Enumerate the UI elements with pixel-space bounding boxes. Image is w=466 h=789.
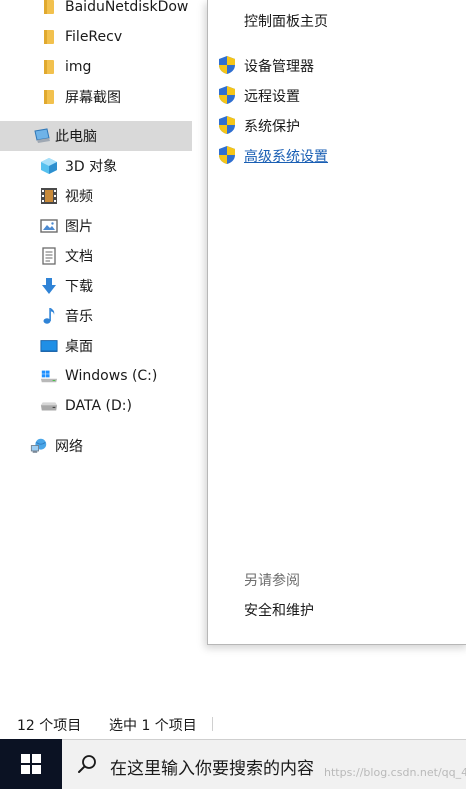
nav-item-screenshots[interactable]: 屏幕截图 [0,82,192,112]
selected-count: 选中 1 个项目 [109,718,197,734]
nav-item-label: DATA (D:) [65,398,132,414]
nav-item-label: 音乐 [65,309,93,325]
downloads-icon [40,277,58,295]
taskbar: 在这里输入你要搜索的内容 https://blog.csdn.net/qq_43… [0,739,466,789]
search-placeholder: 在这里输入你要搜索的内容 [110,759,314,779]
windows-drive-icon [40,367,58,385]
folder-icon [40,0,58,16]
status-divider [212,717,213,731]
nav-item-img[interactable]: img [0,52,192,82]
taskbar-search-box[interactable]: 在这里输入你要搜索的内容 https://blog.csdn.net/qq_43… [62,739,466,789]
search-icon [78,755,96,773]
windows-logo-icon [21,754,41,774]
uac-shield-icon [219,86,235,104]
nav-item-label: BaiduNetdiskDow [65,0,189,15]
nav-item-data-d[interactable]: DATA (D:) [0,391,192,421]
nav-item-label: 网络 [55,439,83,455]
folder-icon [40,88,58,106]
screen: BaiduNetdiskDow FileRecv img 屏幕截图 此电脑 3D… [0,0,466,789]
nav-item-documents[interactable]: 文档 [0,241,192,271]
this-pc-icon [33,127,51,145]
desktop-icon [40,337,58,355]
nav-item-label: 文档 [65,249,93,265]
nav-item-downloads[interactable]: 下载 [0,271,192,301]
nav-item-music[interactable]: 音乐 [0,301,192,331]
nav-item-desktop[interactable]: 桌面 [0,331,192,361]
nav-item-baidunetdisk[interactable]: BaiduNetdiskDow [0,0,192,22]
nav-item-label: 屏幕截图 [65,90,121,106]
network-icon [30,437,48,455]
remote-settings-link[interactable]: 远程设置 [244,86,300,106]
see-also-heading: 另请参阅 [244,573,300,589]
nav-item-this-pc[interactable]: 此电脑 [0,121,192,151]
music-icon [40,307,58,325]
folder-icon [40,58,58,76]
nav-item-pictures[interactable]: 图片 [0,211,192,241]
nav-item-videos[interactable]: 视频 [0,181,192,211]
nav-item-label: 桌面 [65,339,93,355]
nav-item-label: 此电脑 [55,129,97,145]
navigation-pane: BaiduNetdiskDow FileRecv img 屏幕截图 此电脑 3D… [0,0,192,705]
nav-item-label: 下载 [65,279,93,295]
nav-item-windows-c[interactable]: Windows (C:) [0,361,192,391]
uac-shield-icon [219,146,235,164]
item-count: 12 个项目 [17,718,82,734]
pictures-icon [40,217,58,235]
uac-shield-icon [219,56,235,74]
status-bar: 12 个项目 选中 1 个项目 [0,705,466,739]
security-maintenance-link[interactable]: 安全和维护 [244,600,314,620]
watermark: https://blog.csdn.net/qq_43103529 [324,766,466,779]
device-manager-link[interactable]: 设备管理器 [244,56,314,76]
videos-icon [40,187,58,205]
nav-item-label: img [65,59,92,75]
uac-shield-icon [219,116,235,134]
system-protection-link[interactable]: 系统保护 [244,116,300,136]
system-tasks-panel: 控制面板主页 设备管理器 远程设置 系统保护 高级系统设置 另请参阅 安全和维护 [207,0,466,645]
drive-icon [40,397,58,415]
nav-item-label: 视频 [65,189,93,205]
nav-item-filerecv[interactable]: FileRecv [0,22,192,52]
nav-item-3d-objects[interactable]: 3D 对象 [0,151,192,181]
nav-item-label: 图片 [65,219,93,235]
nav-item-label: Windows (C:) [65,368,158,384]
nav-item-label: FileRecv [65,29,123,45]
folder-icon [40,28,58,46]
start-button[interactable] [0,739,62,789]
advanced-system-settings-link[interactable]: 高级系统设置 [244,146,328,166]
nav-item-network[interactable]: 网络 [0,431,192,461]
3d-objects-icon [40,157,58,175]
control-panel-home-link[interactable]: 控制面板主页 [244,11,328,31]
nav-item-label: 3D 对象 [65,159,118,175]
documents-icon [40,247,58,265]
